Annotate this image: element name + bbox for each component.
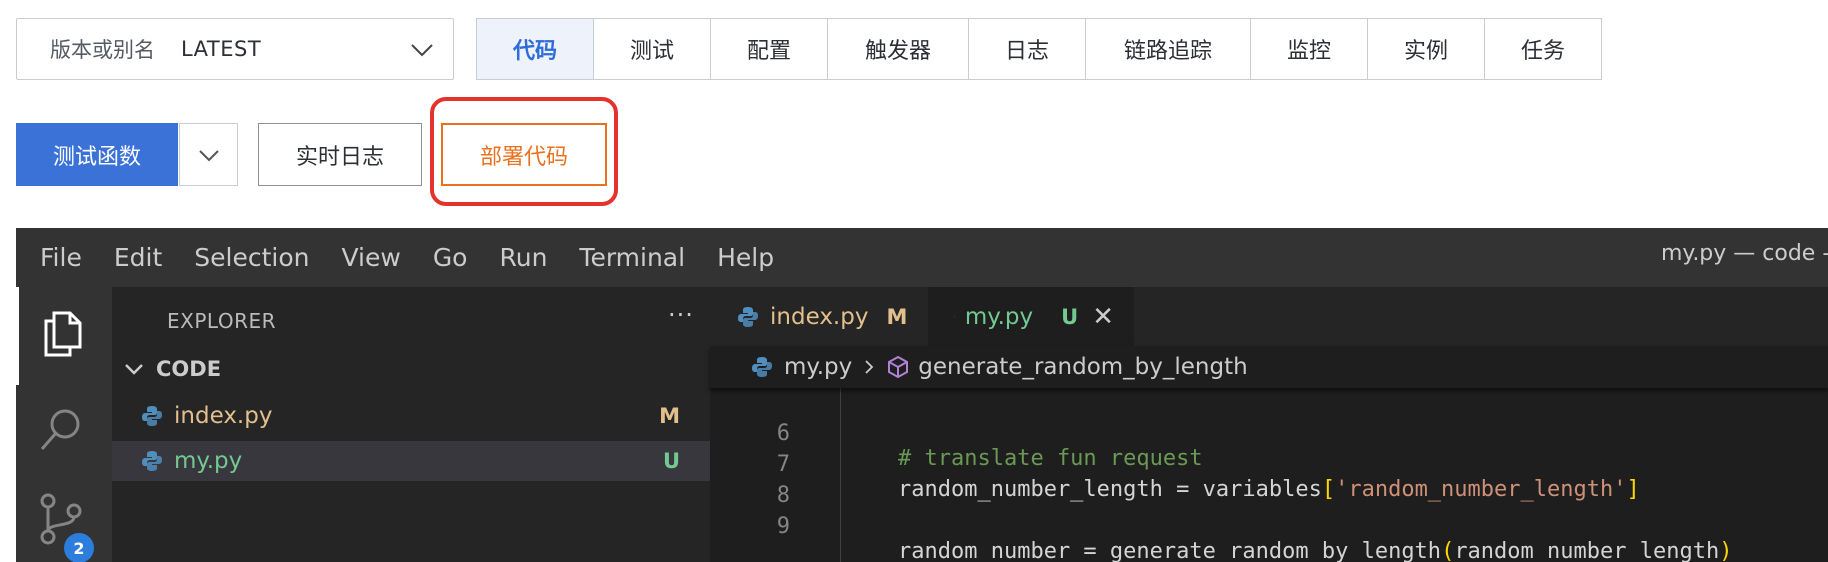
breadcrumb-symbol[interactable]: generate_random_by_length xyxy=(918,354,1247,380)
python-icon xyxy=(752,357,772,377)
method-cube-icon xyxy=(888,355,909,379)
editor-tab-bar: index.py M my.py U ✕ xyxy=(710,287,1828,346)
explorer-title: EXPLORER xyxy=(167,309,276,333)
code-line: 8 xyxy=(710,458,1828,508)
code-token: random_number_length xyxy=(1454,539,1720,562)
menu-run[interactable]: Run xyxy=(499,243,547,272)
folder-name: CODE xyxy=(156,357,222,381)
chevron-down-icon xyxy=(411,44,433,57)
code-line: 9 random_number = generate_random_by_len… xyxy=(710,489,1828,562)
code-line: 7 random_number_length = variables['rand… xyxy=(710,427,1828,502)
code-text: random_number = generate_random_by_lengt… xyxy=(898,539,1732,562)
tab-test[interactable]: 测试 xyxy=(594,19,711,79)
menu-file[interactable]: File xyxy=(40,243,82,272)
editor-tab-index[interactable]: index.py M xyxy=(710,287,928,346)
tab-filename: index.py xyxy=(770,303,869,330)
chevron-right-icon xyxy=(865,360,874,374)
tab-trigger[interactable]: 触发器 xyxy=(828,19,969,79)
search-activity[interactable] xyxy=(16,385,112,475)
files-icon xyxy=(44,311,82,357)
folder-code[interactable]: CODE xyxy=(122,357,221,381)
menu-edit[interactable]: Edit xyxy=(114,243,162,272)
search-icon xyxy=(40,409,80,450)
version-select-value: LATEST xyxy=(181,37,262,61)
git-status-badge: U xyxy=(662,449,680,473)
code-line: 6 # translate fun request xyxy=(710,396,1828,471)
menu-go[interactable]: Go xyxy=(433,243,468,272)
scm-count-badge: 2 xyxy=(64,533,94,562)
chevron-down-icon xyxy=(125,364,143,375)
source-control-activity[interactable]: 2 xyxy=(16,475,112,562)
tab-code[interactable]: 代码 xyxy=(477,19,594,79)
file-item-index[interactable]: index.py M xyxy=(112,396,710,436)
tab-filename: my.py xyxy=(964,303,1034,330)
file-item-my[interactable]: my.py U xyxy=(112,441,710,481)
menu-help[interactable]: Help xyxy=(717,243,774,272)
tab-tasks[interactable]: 任务 xyxy=(1485,19,1601,79)
chevron-down-icon xyxy=(198,149,219,161)
line-number: 9 xyxy=(776,514,790,539)
deploy-code-button[interactable]: 部署代码 xyxy=(441,123,607,186)
git-status-badge: M xyxy=(886,304,908,329)
test-function-button[interactable]: 测试函数 xyxy=(16,123,178,186)
code-editor: File Edit Selection View Go Run Terminal… xyxy=(16,228,1828,562)
code-bracket: ( xyxy=(1441,539,1455,562)
python-icon xyxy=(738,306,758,327)
version-select-label: 版本或别名 xyxy=(50,38,155,62)
file-name: index.py xyxy=(174,403,273,429)
git-status-badge: M xyxy=(659,404,680,428)
git-status-badge: U xyxy=(1061,304,1079,329)
menu-view[interactable]: View xyxy=(341,243,400,272)
file-name: my.py xyxy=(174,448,243,474)
breadcrumb: my.py generate_random_by_length xyxy=(710,346,1828,388)
python-icon xyxy=(142,451,162,471)
menu-terminal[interactable]: Terminal xyxy=(579,243,685,272)
code-area[interactable]: 6 # translate fun request 7 random_numbe… xyxy=(710,388,1828,562)
editor-tab-my[interactable]: my.py U ✕ xyxy=(928,287,1134,346)
close-icon[interactable]: ✕ xyxy=(1092,302,1114,332)
test-options-dropdown[interactable] xyxy=(179,123,238,186)
tab-config[interactable]: 配置 xyxy=(711,19,828,79)
version-alias-select[interactable]: 版本或别名 LATEST xyxy=(16,18,454,80)
tab-instances[interactable]: 实例 xyxy=(1368,19,1485,79)
breadcrumb-file[interactable]: my.py xyxy=(784,354,852,380)
menu-selection[interactable]: Selection xyxy=(194,243,309,272)
realtime-log-button[interactable]: 实时日志 xyxy=(258,123,422,186)
tab-monitor[interactable]: 监控 xyxy=(1251,19,1368,79)
function-tabs: 代码 测试 配置 触发器 日志 链路追踪 监控 实例 任务 xyxy=(476,18,1602,80)
code-bracket: ) xyxy=(1719,539,1733,562)
code-token: random_number = generate_random_by_lengt… xyxy=(898,539,1442,562)
menu-bar: File Edit Selection View Go Run Terminal… xyxy=(16,228,1828,287)
explorer-activity[interactable] xyxy=(16,287,112,385)
python-icon xyxy=(142,406,162,426)
more-actions-icon[interactable]: ··· xyxy=(668,301,694,329)
explorer-sidebar: EXPLORER ··· CODE index.py M my.py U xyxy=(112,287,710,562)
tab-tracing[interactable]: 链路追踪 xyxy=(1086,19,1251,79)
tab-logs[interactable]: 日志 xyxy=(969,19,1086,79)
window-title: my.py — code - xyxy=(1661,241,1828,266)
activity-bar: 2 xyxy=(16,287,112,562)
python-icon xyxy=(954,316,955,317)
